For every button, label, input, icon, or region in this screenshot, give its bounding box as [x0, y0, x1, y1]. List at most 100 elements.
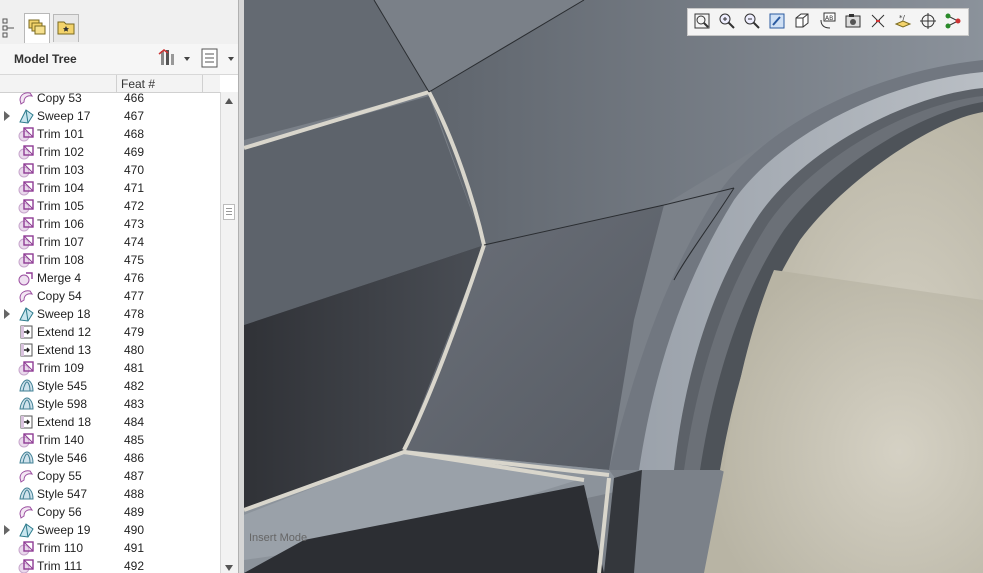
trim-icon: [18, 540, 35, 556]
zoom-in-button[interactable]: [717, 11, 737, 33]
expand-arrow-icon[interactable]: [4, 309, 10, 319]
feature-number: 487: [124, 469, 145, 483]
svg-text:*/: */: [899, 14, 906, 22]
tree-row[interactable]: Copy 53 466: [0, 92, 220, 107]
tree-row[interactable]: Trim 105 472: [0, 197, 220, 215]
graphics-viewport[interactable]: [244, 0, 983, 573]
feature-name: Style 545: [37, 379, 88, 393]
tab-favorites[interactable]: [53, 14, 79, 42]
tree-row[interactable]: Style 545 482: [0, 377, 220, 395]
tree-row[interactable]: Trim 110 491: [0, 539, 220, 557]
extend-icon: [18, 342, 35, 358]
tree-row[interactable]: Trim 107 474: [0, 233, 220, 251]
repaint-button[interactable]: [767, 11, 787, 33]
feature-number: 491: [124, 541, 145, 555]
model-render: [244, 0, 983, 573]
tree-structure-icon[interactable]: [2, 18, 16, 38]
layers-icon: [28, 19, 46, 38]
zoom-in-icon: [718, 12, 736, 33]
tree-row[interactable]: Copy 55 487: [0, 467, 220, 485]
datum-display-button[interactable]: */: [893, 11, 913, 33]
annotation-display-button[interactable]: [943, 11, 963, 33]
view-manager-button[interactable]: [843, 11, 863, 33]
feature-number: 479: [124, 325, 145, 339]
feature-name: Trim 101: [37, 127, 84, 141]
trim-icon: [18, 144, 35, 160]
trim-icon: [18, 234, 35, 250]
expand-arrow-icon[interactable]: [4, 111, 10, 121]
feature-name: Merge 4: [37, 271, 82, 285]
feature-number: 483: [124, 397, 145, 411]
tree-row[interactable]: Extend 13 480: [0, 341, 220, 359]
view-toolbar: AB */: [687, 8, 969, 36]
feature-number: 482: [124, 379, 145, 393]
feature-name: Extend 18: [37, 415, 92, 429]
tree-row[interactable]: Merge 4 476: [0, 269, 220, 287]
feature-number: 490: [124, 523, 145, 537]
display-style-button[interactable]: [792, 11, 812, 33]
tree-row[interactable]: Copy 54 477: [0, 287, 220, 305]
column-header: Feat #: [0, 75, 220, 93]
sweep-icon: [18, 522, 35, 538]
feature-number: 492: [124, 559, 145, 573]
tree-row[interactable]: Style 547 488: [0, 485, 220, 503]
feature-name: Trim 106: [37, 217, 84, 231]
trim-icon: [18, 558, 35, 573]
tools-icon: [158, 48, 178, 71]
expand-arrow-icon[interactable]: [4, 525, 10, 535]
feature-number: 484: [124, 415, 145, 429]
feature-number: 485: [124, 433, 145, 447]
spin-center-button[interactable]: [918, 11, 938, 33]
feature-name: Copy 53: [37, 92, 82, 105]
merge-icon: [18, 270, 35, 286]
tree-row[interactable]: Extend 12 479: [0, 323, 220, 341]
tree-row[interactable]: Trim 109 481: [0, 359, 220, 377]
feature-name: Trim 105: [37, 199, 84, 213]
name-column-header[interactable]: [0, 75, 117, 92]
feature-number: 475: [124, 253, 145, 267]
feature-number: 471: [124, 181, 145, 195]
feature-name: Style 598: [37, 397, 88, 411]
tree-row[interactable]: Trim 108 475: [0, 251, 220, 269]
tree-scrollbar[interactable]: [220, 92, 238, 573]
refit-button[interactable]: [692, 11, 712, 33]
tree-row[interactable]: Trim 111 492: [0, 557, 220, 573]
tree-row[interactable]: Style 598 483: [0, 395, 220, 413]
view-manager-icon: [844, 12, 862, 33]
zoom-out-button[interactable]: [742, 11, 762, 33]
tree-row[interactable]: Trim 104 471: [0, 179, 220, 197]
spin-center-icon: [919, 12, 937, 33]
svg-text:AB: AB: [825, 15, 833, 22]
perspective-button[interactable]: [868, 11, 888, 33]
list-settings-icon: [201, 48, 219, 71]
scrollbar-thumb[interactable]: [223, 204, 235, 220]
feature-number: 488: [124, 487, 145, 501]
tree-row[interactable]: Trim 101 468: [0, 125, 220, 143]
tree-row[interactable]: Trim 103 470: [0, 161, 220, 179]
copy-icon: [18, 92, 35, 106]
sweep-icon: [18, 108, 35, 124]
feature-number: 467: [124, 109, 145, 123]
tree-row[interactable]: Sweep 18 478: [0, 305, 220, 323]
tree-row[interactable]: Style 546 486: [0, 449, 220, 467]
tree-row[interactable]: Extend 18 484: [0, 413, 220, 431]
tab-layers[interactable]: [24, 13, 50, 43]
scroll-down-arrow-icon[interactable]: [225, 565, 233, 571]
feature-number: 468: [124, 127, 145, 141]
tree-row[interactable]: Sweep 19 490: [0, 521, 220, 539]
feature-name: Trim 111: [37, 559, 83, 573]
feat-number-column-header[interactable]: Feat #: [121, 77, 155, 91]
tree-row[interactable]: Copy 56 489: [0, 503, 220, 521]
style-icon: [18, 378, 35, 394]
feature-name: Sweep 19: [37, 523, 91, 537]
trim-icon: [18, 198, 35, 214]
show-button[interactable]: [201, 48, 234, 71]
tree-row[interactable]: Trim 102 469: [0, 143, 220, 161]
feature-name: Trim 109: [37, 361, 84, 375]
saved-orientations-button[interactable]: AB: [817, 11, 837, 33]
tree-row[interactable]: Sweep 17 467: [0, 107, 220, 125]
tree-row[interactable]: Trim 140 485: [0, 431, 220, 449]
settings-button[interactable]: [158, 48, 190, 71]
tree-row[interactable]: Trim 106 473: [0, 215, 220, 233]
scroll-up-arrow-icon[interactable]: [225, 98, 233, 104]
